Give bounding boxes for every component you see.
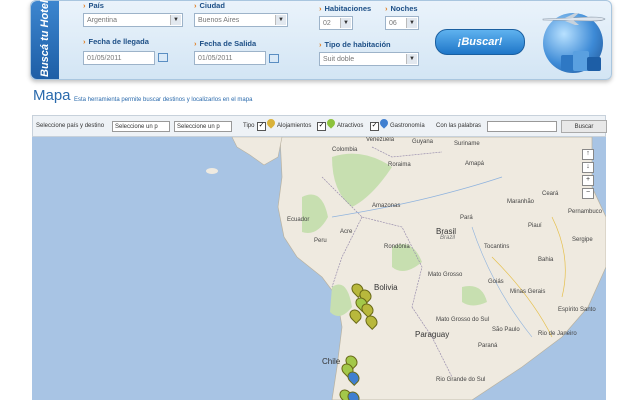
map-filter-bar: Seleccione país y destino Seleccione un … bbox=[32, 115, 607, 137]
tipo-select[interactable]: Suit doble ▼ bbox=[319, 52, 419, 66]
arrow-icon: › bbox=[194, 1, 197, 10]
calendar-icon[interactable] bbox=[158, 53, 168, 62]
pais-label: › País bbox=[83, 1, 104, 10]
label-colombia: Colombia bbox=[332, 147, 358, 153]
keywords-input[interactable] bbox=[487, 121, 557, 132]
arrow-icon: › bbox=[83, 1, 86, 10]
label-piaui: Piauí bbox=[528, 223, 542, 229]
ciudad-select[interactable]: Buenos Aires ▼ bbox=[194, 13, 288, 27]
label-brasil-italic: Brazil bbox=[440, 235, 456, 241]
atractivos-label: Atractivos bbox=[337, 123, 364, 129]
chevron-down-icon: ▼ bbox=[170, 15, 181, 25]
arrow-icon: › bbox=[319, 4, 322, 13]
buscar-button[interactable]: ¡Buscar! bbox=[435, 29, 525, 55]
arrow-icon: › bbox=[83, 37, 86, 46]
label-sao-paulo: São Paulo bbox=[492, 327, 520, 333]
label-sergipe: Sergipe bbox=[572, 237, 593, 243]
salida-input[interactable]: 01/05/2011 bbox=[194, 51, 266, 65]
luggage-icon bbox=[561, 51, 601, 71]
label-paraguay: Paraguay bbox=[415, 330, 450, 339]
llegada-label: › Fecha de llegada bbox=[83, 37, 149, 46]
label-ceara: Ceará bbox=[542, 191, 559, 197]
select-label: Seleccione país y destino bbox=[36, 123, 105, 129]
label-suriname: Suriname bbox=[454, 141, 480, 147]
ciudad-label: › Ciudad bbox=[194, 1, 225, 10]
atractivos-checkbox[interactable]: ✓ bbox=[317, 122, 326, 131]
arrow-icon: › bbox=[194, 39, 197, 48]
label-para: Pará bbox=[460, 215, 473, 221]
label-ecuador: Ecuador bbox=[287, 217, 310, 223]
label-bolivia: Bolivia bbox=[374, 283, 398, 292]
label-peru: Peru bbox=[314, 238, 327, 244]
map-title: Mapa bbox=[33, 87, 71, 104]
label-maranhao: Maranhão bbox=[507, 199, 535, 205]
habitaciones-select[interactable]: 02 ▼ bbox=[319, 16, 353, 30]
pais-select[interactable]: Argentina ▼ bbox=[83, 13, 183, 27]
noches-select[interactable]: 06 ▼ bbox=[385, 16, 419, 30]
search-tab: Buscá tu Hotel bbox=[31, 0, 59, 79]
destination-select[interactable]: Seleccione un p bbox=[174, 121, 232, 132]
label-bahia: Bahia bbox=[538, 257, 554, 263]
llegada-input[interactable]: 01/05/2011 bbox=[83, 51, 155, 65]
label-minas: Minas Gerais bbox=[510, 289, 546, 295]
chevron-down-icon: ▼ bbox=[275, 15, 286, 25]
label-amapa: Amapá bbox=[465, 161, 485, 167]
salida-label: › Fecha de Salida bbox=[194, 39, 257, 48]
label-goias: Goiás bbox=[488, 279, 504, 285]
label-espirito: Espírito Santo bbox=[558, 307, 596, 313]
map-description: Esta herramienta permite buscar destinos… bbox=[74, 97, 253, 103]
label-rio: Rio de Janeiro bbox=[538, 331, 577, 337]
pan-down-button[interactable]: ↓ bbox=[582, 162, 594, 173]
label-guyana: Guyana bbox=[412, 139, 434, 145]
label-venezuela: Venezuela bbox=[366, 137, 395, 143]
map-zoom-controls: ↑ ↓ + − bbox=[582, 149, 594, 201]
chevron-down-icon: ▼ bbox=[406, 18, 417, 28]
gastronomia-label: Gastronomía bbox=[390, 123, 425, 129]
arrow-icon: › bbox=[385, 4, 388, 13]
label-roraima: Roraima bbox=[388, 162, 411, 168]
chevron-down-icon: ▼ bbox=[406, 54, 417, 64]
label-tocantins: Tocantins bbox=[484, 244, 510, 250]
alojamientos-checkbox[interactable]: ✓ bbox=[257, 122, 266, 131]
hotel-search-panel: Buscá tu Hotel › País Argentina ▼ › Ciudad … bbox=[30, 0, 612, 80]
label-rio-grande: Rio Grande do Sul bbox=[436, 377, 486, 383]
label-pernambuco: Pernambuco bbox=[568, 209, 603, 215]
map-canvas bbox=[32, 137, 606, 400]
chevron-down-icon: ▼ bbox=[340, 18, 351, 28]
search-tab-title: Buscá tu Hotel bbox=[39, 0, 51, 77]
filter-search-button[interactable]: Buscar bbox=[561, 120, 607, 133]
label-acre: Acre bbox=[340, 229, 353, 235]
alojamientos-label: Alojamientos bbox=[277, 123, 312, 129]
map-view[interactable]: Guyana Suriname Colombia Venezuela Amapá… bbox=[32, 137, 606, 400]
tipo-label: Tipo bbox=[243, 123, 255, 129]
airplane-icon bbox=[542, 13, 606, 25]
attraction-pin-icon bbox=[325, 117, 337, 129]
label-parana: Paraná bbox=[478, 343, 498, 349]
tipo-label: › Tipo de habitación bbox=[319, 40, 391, 49]
label-chile: Chile bbox=[322, 357, 341, 366]
hotel-pin-icon bbox=[265, 117, 277, 129]
label-rondonia: Rondônia bbox=[384, 244, 410, 250]
noches-label: › Noches bbox=[385, 4, 418, 13]
zoom-in-button[interactable]: + bbox=[582, 175, 594, 186]
label-amazonas: Amazonas bbox=[372, 203, 401, 209]
label-ms: Mato Grosso do Sul bbox=[436, 317, 490, 323]
label-mato-grosso: Mato Grosso bbox=[428, 272, 463, 278]
country-select[interactable]: Seleccione un p bbox=[112, 121, 170, 132]
pan-up-button[interactable]: ↑ bbox=[582, 149, 594, 160]
calendar-icon[interactable] bbox=[269, 54, 279, 63]
arrow-icon: › bbox=[319, 40, 322, 49]
habitaciones-label: › Habitaciones bbox=[319, 4, 372, 13]
gastronomia-checkbox[interactable]: ✓ bbox=[370, 122, 379, 131]
restaurant-pin-icon bbox=[378, 117, 390, 129]
keywords-label: Con las palabras bbox=[436, 123, 482, 129]
zoom-out-button[interactable]: − bbox=[582, 188, 594, 199]
